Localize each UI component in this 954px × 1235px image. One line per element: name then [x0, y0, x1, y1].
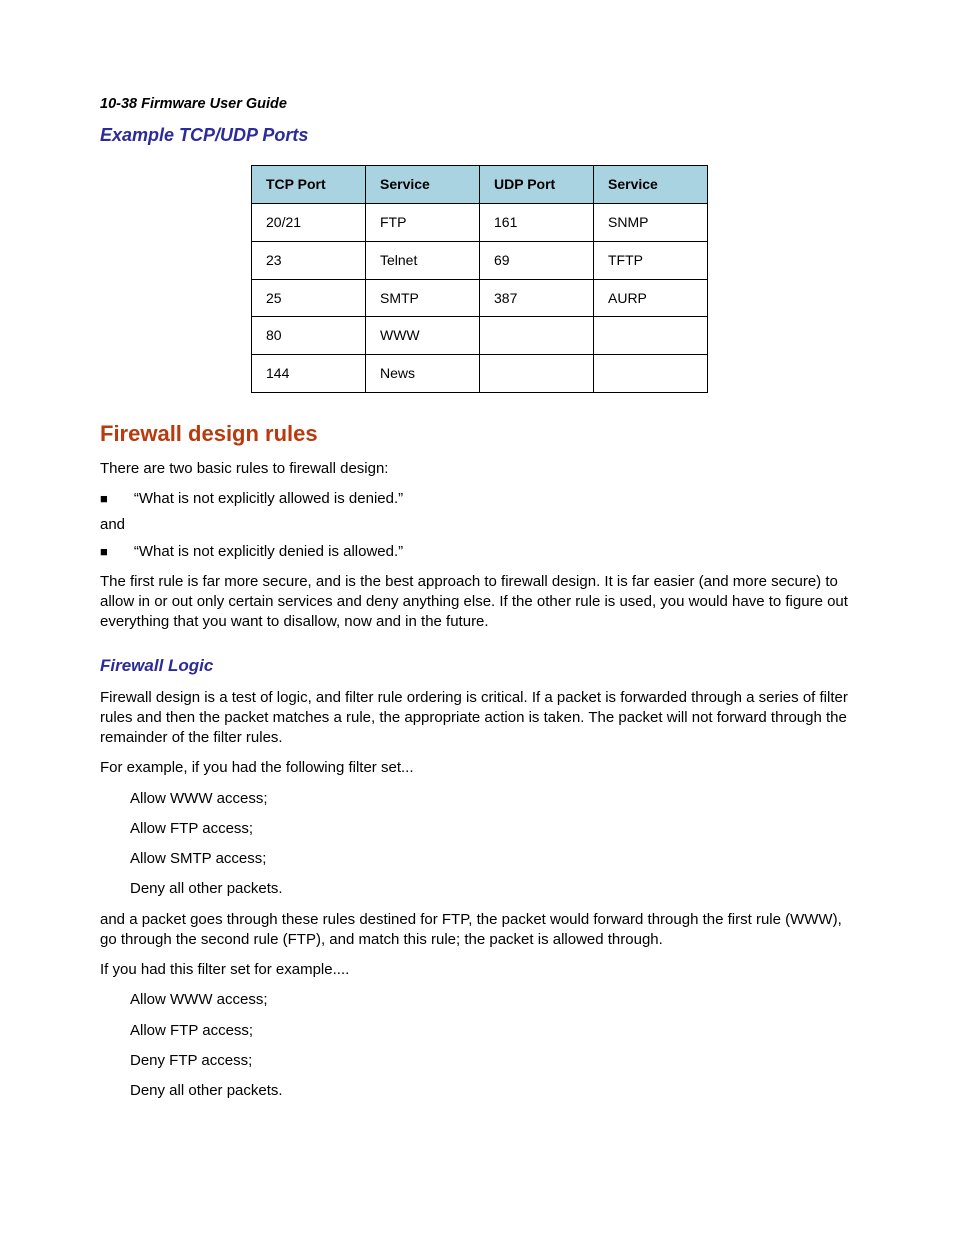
bullet-item: ■ “What is not explicitly allowed is den… [100, 489, 859, 509]
cell: WWW [366, 317, 480, 355]
section-title-ports: Example TCP/UDP Ports [100, 123, 859, 147]
square-bullet-icon: ■ [100, 492, 108, 505]
explain-paragraph: and a packet goes through these rules de… [100, 910, 859, 951]
cell [594, 355, 708, 393]
table-row: 23 Telnet 69 TFTP [252, 241, 708, 279]
col-udp-port: UDP Port [480, 165, 594, 203]
col-tcp-port: TCP Port [252, 165, 366, 203]
col-service-udp: Service [594, 165, 708, 203]
heading-firewall-rules: Firewall design rules [100, 419, 859, 449]
cell: TFTP [594, 241, 708, 279]
cell: 23 [252, 241, 366, 279]
cell: Telnet [366, 241, 480, 279]
col-service-tcp: Service [366, 165, 480, 203]
table-row: 20/21 FTP 161 SNMP [252, 203, 708, 241]
example-intro: For example, if you had the following fi… [100, 758, 859, 778]
cell: SNMP [594, 203, 708, 241]
cell: FTP [366, 203, 480, 241]
cell: 144 [252, 355, 366, 393]
table-row: 25 SMTP 387 AURP [252, 279, 708, 317]
cell [480, 355, 594, 393]
cell: 161 [480, 203, 594, 241]
cell: SMTP [366, 279, 480, 317]
and-connector: and [100, 515, 859, 535]
filter-rule: Deny FTP access; [130, 1051, 859, 1071]
cell: 20/21 [252, 203, 366, 241]
filter-rule: Deny all other packets. [130, 879, 859, 899]
logic-paragraph: Firewall design is a test of logic, and … [100, 688, 859, 749]
cell: News [366, 355, 480, 393]
running-header: 10-38 Firmware User Guide [100, 95, 859, 115]
bullet-text: “What is not explicitly allowed is denie… [134, 489, 403, 509]
secure-paragraph: The first rule is far more secure, and i… [100, 572, 859, 633]
intro-paragraph: There are two basic rules to firewall de… [100, 459, 859, 479]
cell [594, 317, 708, 355]
cell: 387 [480, 279, 594, 317]
cell: AURP [594, 279, 708, 317]
filter-rule: Allow FTP access; [130, 819, 859, 839]
filter-rule: Allow WWW access; [130, 990, 859, 1010]
cell [480, 317, 594, 355]
bullet-item: ■ “What is not explicitly denied is allo… [100, 542, 859, 562]
cell: 25 [252, 279, 366, 317]
filter-rule: Deny all other packets. [130, 1081, 859, 1101]
cell: 80 [252, 317, 366, 355]
heading-firewall-logic: Firewall Logic [100, 655, 859, 678]
filter-set-1: Allow WWW access; Allow FTP access; Allo… [130, 789, 859, 900]
table-row: 80 WWW [252, 317, 708, 355]
table-row: 144 News [252, 355, 708, 393]
filter-set-2: Allow WWW access; Allow FTP access; Deny… [130, 990, 859, 1101]
ports-table: TCP Port Service UDP Port Service 20/21 … [251, 165, 708, 393]
second-example-intro: If you had this filter set for example..… [100, 960, 859, 980]
bullet-text: “What is not explicitly denied is allowe… [134, 542, 403, 562]
filter-rule: Allow SMTP access; [130, 849, 859, 869]
filter-rule: Allow FTP access; [130, 1021, 859, 1041]
square-bullet-icon: ■ [100, 545, 108, 558]
filter-rule: Allow WWW access; [130, 789, 859, 809]
cell: 69 [480, 241, 594, 279]
